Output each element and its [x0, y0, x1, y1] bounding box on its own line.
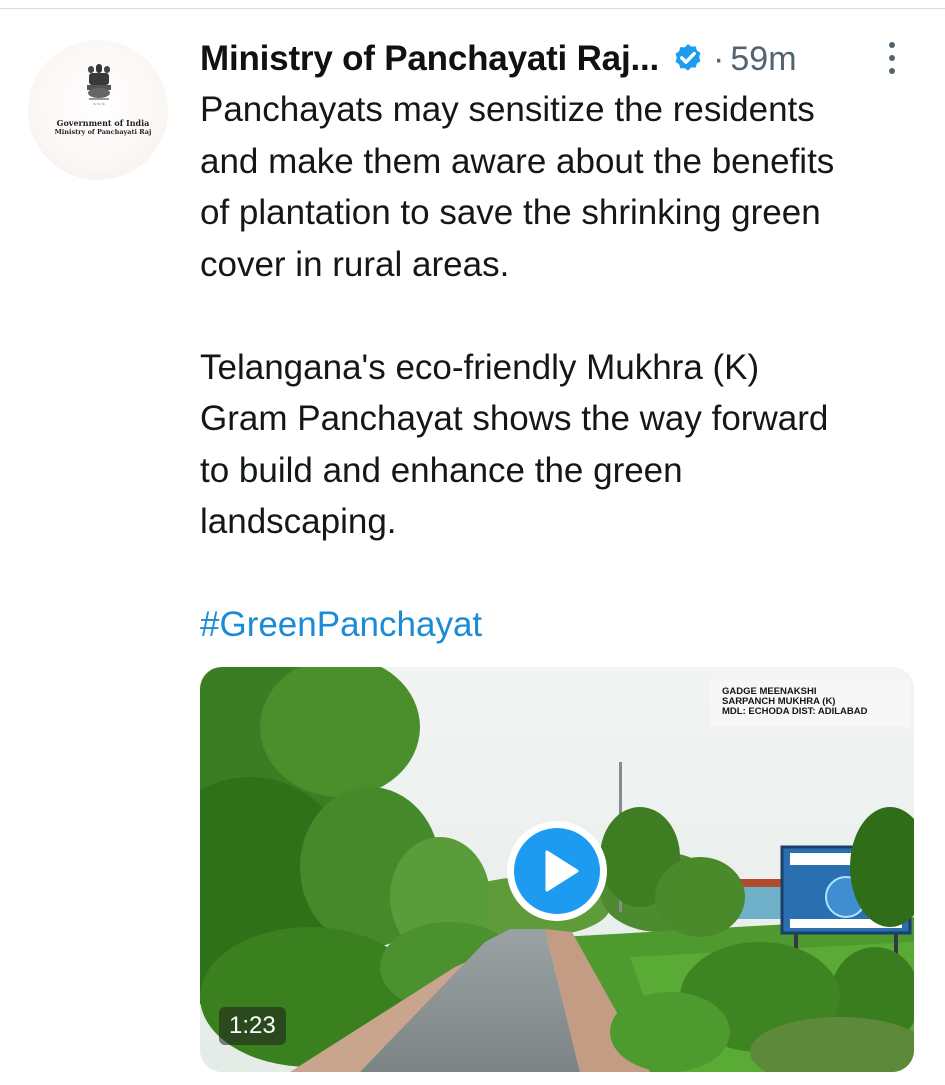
caption-line: MDL: ECHODA DIST: ADILABAD	[722, 706, 868, 717]
avatar-org-line: Government of India	[56, 118, 150, 128]
more-vertical-icon[interactable]	[880, 38, 904, 78]
video-caption: GADGE MEENAKSHI SARPANCH MUKHRA (K) MDL:…	[722, 687, 902, 717]
svg-text:~~~: ~~~	[93, 102, 106, 108]
tweet: ~~~ Government of India Ministry of Panc…	[0, 0, 945, 1085]
national-emblem-icon: ~~~	[87, 64, 111, 108]
author-name[interactable]: Ministry of Panchayati Raj...	[200, 39, 659, 79]
verified-badge-icon	[675, 44, 701, 71]
meta-separator: ·	[713, 39, 725, 78]
avatar[interactable]: ~~~ Government of India Ministry of Panc…	[28, 40, 168, 180]
hashtag-link[interactable]: #GreenPanchayat	[200, 602, 482, 648]
avatar-ministry-line: Ministry of Panchayati Raj	[54, 128, 152, 136]
play-button[interactable]	[507, 821, 607, 921]
video-duration-badge: 1:23	[219, 1007, 286, 1045]
tweet-header: Ministry of Panchayati Raj... · 59m	[200, 34, 797, 84]
play-icon	[545, 850, 579, 892]
play-circle	[514, 828, 600, 914]
video-player[interactable]: GADGE MEENAKSHI SARPANCH MUKHRA (K) MDL:…	[200, 667, 914, 1072]
timestamp[interactable]: 59m	[730, 40, 796, 79]
tweet-body: Panchayats may sensitize the residents a…	[200, 90, 835, 541]
